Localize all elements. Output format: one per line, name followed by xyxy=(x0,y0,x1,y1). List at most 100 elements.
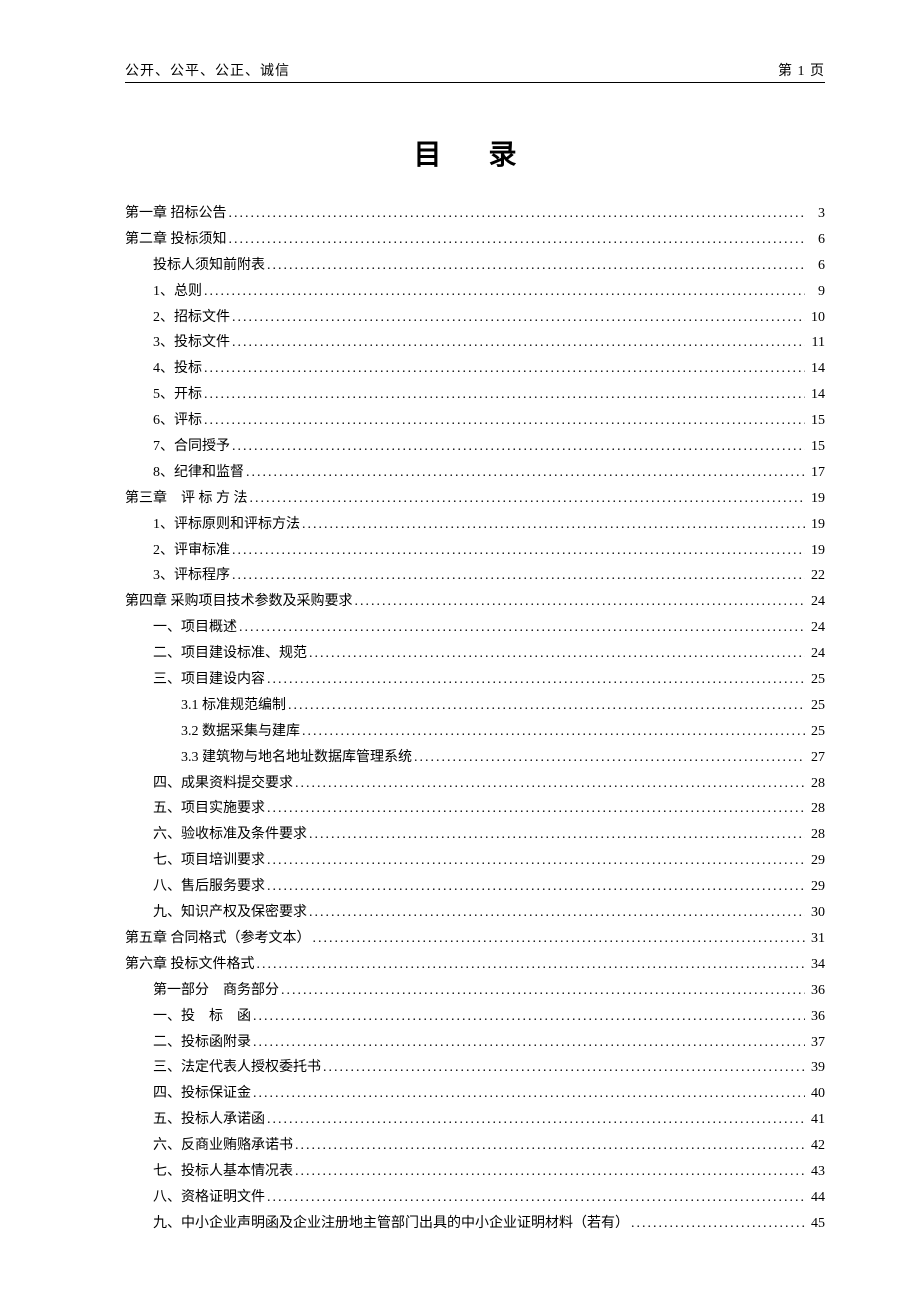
toc-entry[interactable]: 第三章 评 标 方 法19 xyxy=(125,486,825,512)
toc-entry[interactable]: 九、知识产权及保密要求30 xyxy=(125,900,825,926)
toc-entry[interactable]: 二、项目建设标准、规范24 xyxy=(125,641,825,667)
header-page-number: 第 1 页 xyxy=(778,60,825,80)
toc-entry[interactable]: 二、投标函附录37 xyxy=(125,1030,825,1056)
toc-entry[interactable]: 1、评标原则和评标方法19 xyxy=(125,512,825,538)
toc-entry[interactable]: 投标人须知前附表 6 xyxy=(125,253,825,279)
toc-entry-page: 27 xyxy=(805,745,825,771)
toc-leader-dots xyxy=(307,900,805,926)
toc-entry[interactable]: 第二章 投标须知6 xyxy=(125,227,825,253)
toc-entry-page: 29 xyxy=(805,848,825,874)
toc-entry[interactable]: 3.2 数据采集与建库25 xyxy=(125,719,825,745)
toc-entry-label: 3.2 数据采集与建库 xyxy=(181,719,300,745)
table-of-contents: 第一章 招标公告3第二章 投标须知6投标人须知前附表 61、总则92、招标文件10… xyxy=(125,201,825,1237)
toc-entry[interactable]: 3、投标文件 11 xyxy=(125,330,825,356)
toc-entry[interactable]: 第六章 投标文件格式34 xyxy=(125,952,825,978)
toc-entry[interactable]: 第一部分 商务部分36 xyxy=(125,978,825,1004)
toc-entry-label: 二、投标函附录 xyxy=(153,1030,251,1056)
toc-entry-page: 19 xyxy=(805,538,825,564)
toc-entry[interactable]: 8、纪律和监督17 xyxy=(125,460,825,486)
toc-entry[interactable]: 3、评标程序22 xyxy=(125,563,825,589)
toc-leader-dots xyxy=(307,822,805,848)
toc-entry-page: 44 xyxy=(805,1185,825,1211)
toc-entry-page: 15 xyxy=(805,434,825,460)
toc-entry-label: 7、合同授予 xyxy=(153,434,230,460)
toc-entry[interactable]: 第一章 招标公告3 xyxy=(125,201,825,227)
toc-entry[interactable]: 五、投标人承诺函 41 xyxy=(125,1107,825,1133)
toc-entry[interactable]: 三、项目建设内容25 xyxy=(125,667,825,693)
toc-entry-label: 投标人须知前附表 xyxy=(153,253,265,279)
toc-leader-dots xyxy=(202,356,805,382)
toc-entry-label: 1、总则 xyxy=(153,279,202,305)
toc-entry-page: 42 xyxy=(805,1133,825,1159)
toc-entry[interactable]: 1、总则9 xyxy=(125,279,825,305)
toc-leader-dots xyxy=(227,227,806,253)
toc-entry[interactable]: 6、评标15 xyxy=(125,408,825,434)
toc-entry-label: 九、中小企业声明函及企业注册地主管部门出具的中小企业证明材料（若有） xyxy=(153,1211,629,1237)
toc-leader-dots xyxy=(248,486,806,512)
toc-entry-page: 11 xyxy=(805,330,825,356)
toc-entry-page: 25 xyxy=(805,667,825,693)
toc-entry-label: 5、开标 xyxy=(153,382,202,408)
toc-leader-dots xyxy=(300,719,805,745)
page-header: 公开、公平、公正、诚信 第 1 页 xyxy=(125,60,825,83)
toc-entry-page: 28 xyxy=(805,771,825,797)
toc-entry[interactable]: 7、合同授予 15 xyxy=(125,434,825,460)
toc-entry[interactable]: 七、项目培训要求 29 xyxy=(125,848,825,874)
toc-entry[interactable]: 第四章 采购项目技术参数及采购要求 24 xyxy=(125,589,825,615)
toc-entry-label: 第六章 投标文件格式 xyxy=(125,952,255,978)
toc-entry[interactable]: 五、项目实施要求28 xyxy=(125,796,825,822)
toc-entry[interactable]: 5、开标 14 xyxy=(125,382,825,408)
toc-entry-page: 41 xyxy=(805,1107,825,1133)
toc-entry-label: 一、项目概述 xyxy=(153,615,237,641)
toc-entry[interactable]: 一、项目概述24 xyxy=(125,615,825,641)
toc-entry[interactable]: 七、投标人基本情况表43 xyxy=(125,1159,825,1185)
toc-entry[interactable]: 2、评审标准 19 xyxy=(125,538,825,564)
toc-entry-page: 28 xyxy=(805,796,825,822)
toc-leader-dots xyxy=(227,201,806,227)
toc-entry[interactable]: 第五章 合同格式（参考文本）31 xyxy=(125,926,825,952)
toc-entry-label: 2、评审标准 xyxy=(153,538,230,564)
toc-entry[interactable]: 三、法定代表人授权委托书39 xyxy=(125,1055,825,1081)
toc-entry-page: 14 xyxy=(805,382,825,408)
toc-entry[interactable]: 六、反商业贿赂承诺书 42 xyxy=(125,1133,825,1159)
toc-entry-label: 2、招标文件 xyxy=(153,305,230,331)
toc-entry-label: 3、投标文件 xyxy=(153,330,230,356)
toc-entry-label: 七、项目培训要求 xyxy=(153,848,265,874)
toc-entry-label: 八、售后服务要求 xyxy=(153,874,265,900)
toc-entry[interactable]: 四、投标保证金40 xyxy=(125,1081,825,1107)
toc-entry[interactable]: 一、投 标 函 36 xyxy=(125,1004,825,1030)
toc-entry-label: 8、纪律和监督 xyxy=(153,460,244,486)
toc-entry[interactable]: 九、中小企业声明函及企业注册地主管部门出具的中小企业证明材料（若有）45 xyxy=(125,1211,825,1237)
toc-entry[interactable]: 3.1 标准规范编制25 xyxy=(125,693,825,719)
toc-entry-label: 第四章 采购项目技术参数及采购要求 xyxy=(125,589,353,615)
toc-entry[interactable]: 3.3 建筑物与地名地址数据库管理系统 27 xyxy=(125,745,825,771)
toc-leader-dots xyxy=(286,693,805,719)
toc-leader-dots xyxy=(293,1133,805,1159)
toc-entry[interactable]: 八、售后服务要求 29 xyxy=(125,874,825,900)
toc-entry-page: 24 xyxy=(805,589,825,615)
toc-entry-label: 第二章 投标须知 xyxy=(125,227,227,253)
toc-leader-dots xyxy=(300,512,805,538)
toc-entry[interactable]: 四、成果资料提交要求28 xyxy=(125,771,825,797)
toc-entry-label: 五、投标人承诺函 xyxy=(153,1107,265,1133)
toc-entry-label: 第五章 合同格式（参考文本） xyxy=(125,926,311,952)
toc-entry-label: 3.3 建筑物与地名地址数据库管理系统 xyxy=(181,745,412,771)
toc-entry[interactable]: 4、投标14 xyxy=(125,356,825,382)
toc-entry-page: 29 xyxy=(805,874,825,900)
toc-leader-dots xyxy=(230,434,805,460)
toc-leader-dots xyxy=(629,1211,805,1237)
toc-entry-label: 6、评标 xyxy=(153,408,202,434)
toc-leader-dots xyxy=(244,460,805,486)
toc-leader-dots xyxy=(230,538,805,564)
toc-entry-label: 六、反商业贿赂承诺书 xyxy=(153,1133,293,1159)
toc-entry-label: 一、投 标 函 xyxy=(153,1004,251,1030)
toc-leader-dots xyxy=(307,641,805,667)
toc-entry[interactable]: 六、验收标准及条件要求28 xyxy=(125,822,825,848)
toc-entry[interactable]: 八、资格证明文件44 xyxy=(125,1185,825,1211)
toc-entry-page: 6 xyxy=(805,253,825,279)
toc-entry-page: 19 xyxy=(805,512,825,538)
toc-title: 目 录 xyxy=(125,133,825,173)
toc-entry-label: 三、法定代表人授权委托书 xyxy=(153,1055,321,1081)
toc-entry-page: 36 xyxy=(805,1004,825,1030)
toc-entry[interactable]: 2、招标文件10 xyxy=(125,305,825,331)
